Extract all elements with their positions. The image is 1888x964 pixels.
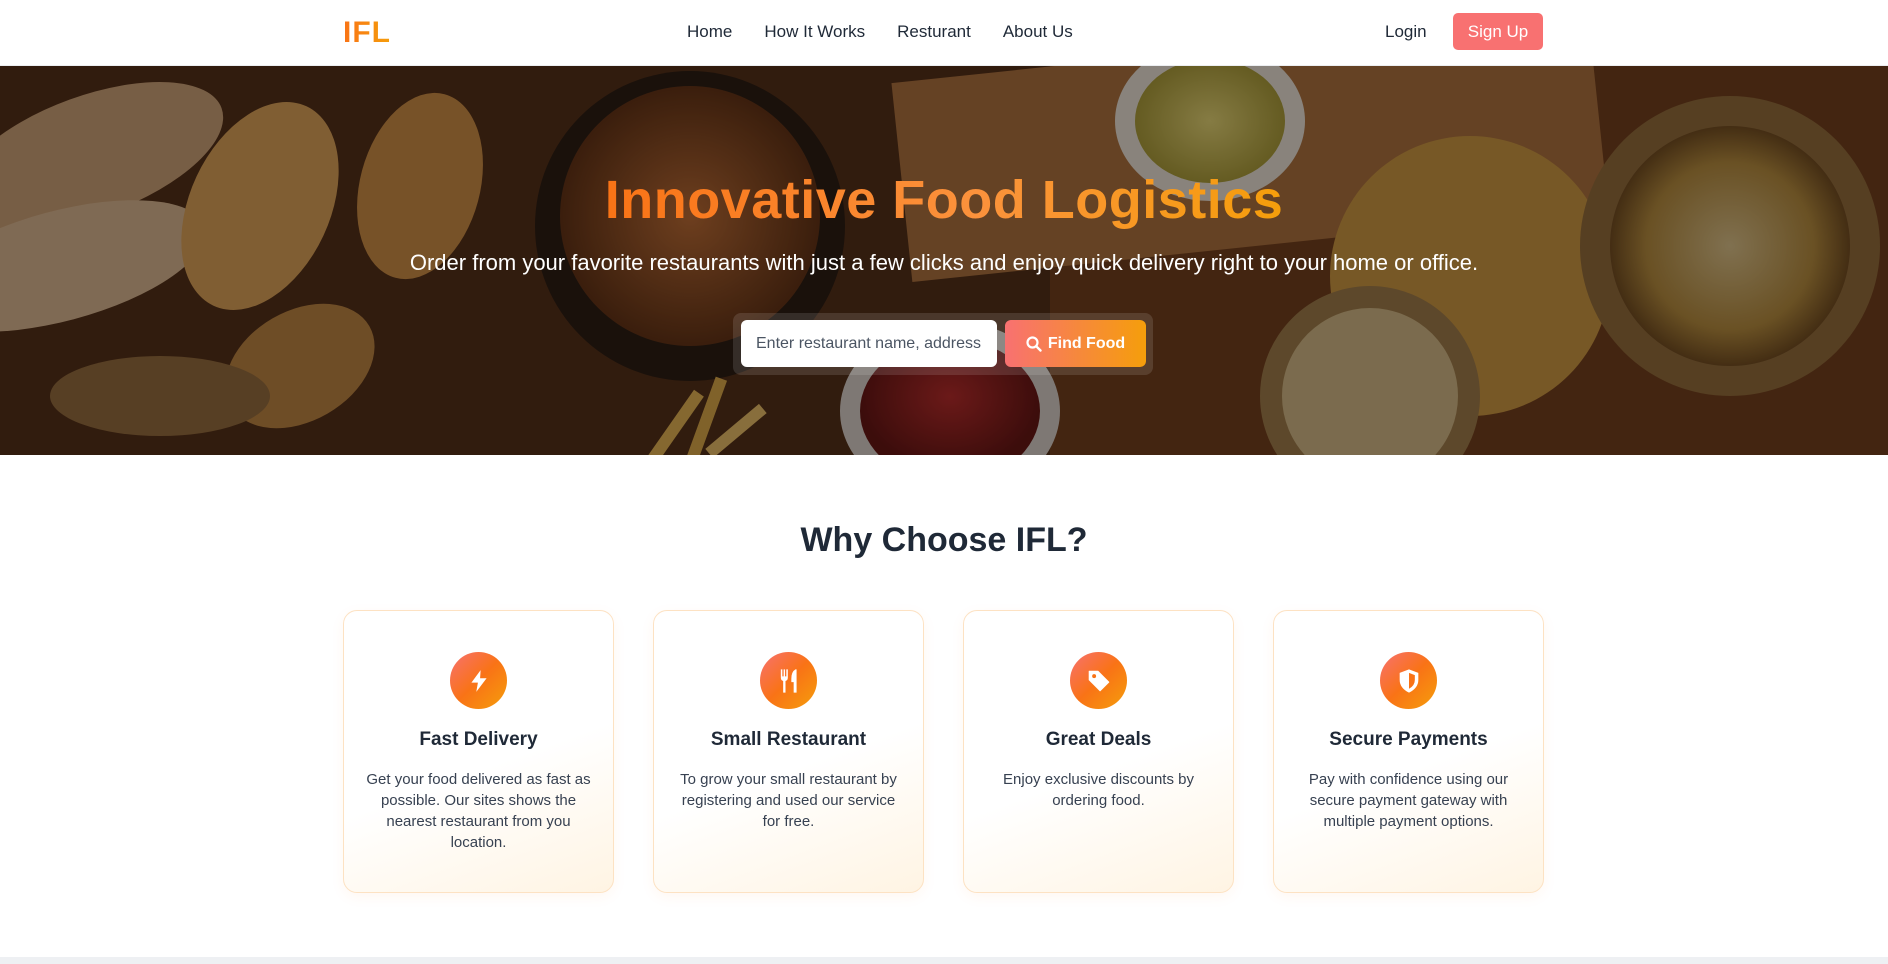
find-food-label: Find Food (1047, 334, 1126, 352)
search-input[interactable] (741, 320, 997, 367)
utensils-icon (760, 652, 817, 709)
hero-title: Innovative Food Logistics (604, 170, 1284, 230)
navbar: IFL Home How It Works Resturant About Us… (0, 0, 1888, 66)
nav-link-about-us[interactable]: About Us (1003, 22, 1073, 42)
footer-strip (0, 957, 1888, 964)
signup-button[interactable]: Sign Up (1453, 13, 1543, 50)
hero-subtitle: Order from your favorite restaurants wit… (409, 250, 1479, 275)
feature-card-secure-payments: Secure Payments Pay with confidence usin… (1273, 610, 1544, 893)
shield-icon (1380, 652, 1437, 709)
nav-link-restaurant[interactable]: Resturant (897, 22, 971, 42)
card-text: To grow your small restaurant by registe… (680, 771, 897, 830)
hero-banner: Innovative Food Logistics Order from you… (0, 66, 1888, 455)
lightning-icon (450, 652, 507, 709)
card-title: Great Deals (1045, 729, 1152, 750)
login-link[interactable]: Login (1385, 22, 1427, 42)
nav-links: Home How It Works Resturant About Us (687, 22, 1073, 42)
card-text: Pay with confidence using our secure pay… (1308, 771, 1509, 830)
feature-card-fast-delivery: Fast Delivery Get your food delivered as… (343, 610, 614, 893)
card-text: Enjoy exclusive discounts by ordering fo… (1003, 771, 1194, 809)
section-title: Why Choose IFL? (800, 521, 1088, 559)
feature-card-small-restaurant: Small Restaurant To grow your small rest… (653, 610, 924, 893)
card-title: Small Restaurant (710, 729, 867, 750)
card-text: Get your food delivered as fast as possi… (366, 771, 591, 851)
search-icon (1026, 335, 1042, 352)
find-food-button[interactable]: Find Food (1005, 320, 1146, 367)
search-bar: Find Food (733, 313, 1153, 375)
card-title: Secure Payments (1329, 729, 1488, 750)
feature-card-great-deals: Great Deals Enjoy exclusive discounts by… (963, 610, 1234, 893)
card-title: Fast Delivery (419, 729, 538, 750)
nav-link-how-it-works[interactable]: How It Works (764, 22, 865, 42)
nav-link-home[interactable]: Home (687, 22, 732, 42)
logo[interactable]: IFL (343, 16, 391, 50)
tag-icon (1070, 652, 1127, 709)
